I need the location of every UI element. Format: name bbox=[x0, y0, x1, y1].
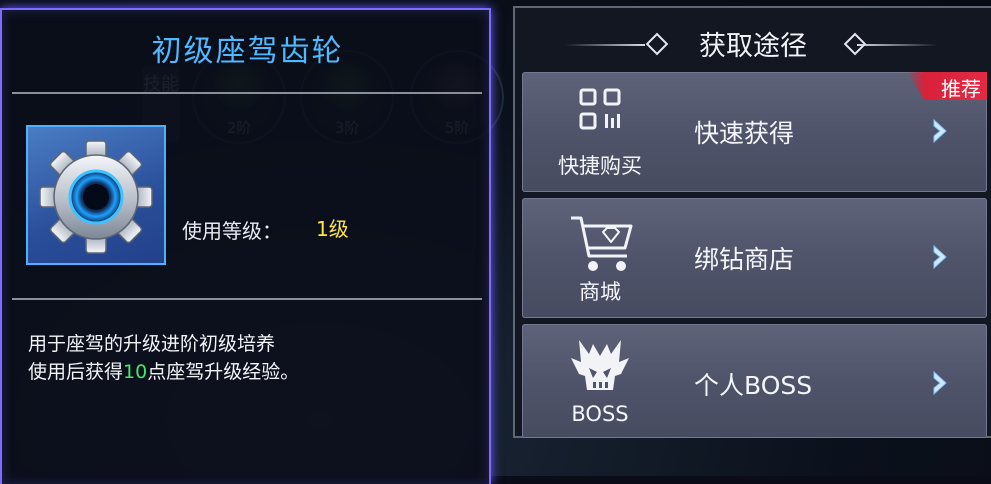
route-label: 快速获得 bbox=[694, 119, 795, 148]
divider bbox=[12, 92, 482, 94]
item-icon-frame bbox=[26, 125, 166, 265]
item-description: 用于座驾的升级进阶初级培养 使用后获得10点座驾升级经验。 bbox=[28, 330, 299, 386]
route-quick-buy[interactable]: 快捷购买 快速获得 推荐 bbox=[522, 72, 987, 192]
item-detail-panel: 初级座驾齿轮 使用等级： 1级 用于座驾的升级进阶初级培养 使用后获得10点座驾… bbox=[0, 8, 491, 484]
acquire-routes-panel: 获取途径 快捷购买 快速获得 推荐 商城 绑钻商店 BOSS 个人BOSS bbox=[513, 6, 991, 438]
chevron-right-icon bbox=[933, 370, 947, 396]
shopping-cart-icon bbox=[571, 216, 633, 271]
gear-icon bbox=[39, 140, 153, 254]
exp-amount: 10 bbox=[123, 361, 148, 383]
description-line: 使用后获得10点座驾升级经验。 bbox=[28, 361, 300, 383]
use-level-value: 1级 bbox=[316, 217, 349, 241]
route-label: 绑钻商店 bbox=[694, 245, 795, 274]
route-icon-label: 快捷购买 bbox=[558, 154, 642, 178]
item-title: 初级座驾齿轮 bbox=[151, 34, 344, 69]
route-personal-boss[interactable]: BOSS 个人BOSS bbox=[522, 324, 987, 438]
chevron-right-icon bbox=[933, 118, 947, 144]
route-label: 个人BOSS bbox=[694, 371, 813, 400]
route-icon-label: 商城 bbox=[579, 280, 621, 304]
qr-code-icon bbox=[579, 88, 621, 130]
route-mall[interactable]: 商城 绑钻商店 bbox=[522, 198, 987, 318]
recommend-badge: 推荐 bbox=[907, 72, 987, 100]
route-icon-label: BOSS bbox=[571, 402, 629, 426]
description-line: 用于座驾的升级进阶初级培养 bbox=[28, 333, 276, 355]
recommend-badge-label: 推荐 bbox=[941, 77, 981, 101]
divider bbox=[12, 298, 482, 300]
title-ornament-right bbox=[857, 44, 937, 46]
chevron-right-icon bbox=[933, 244, 947, 270]
use-level-label: 使用等级： bbox=[182, 219, 282, 243]
boss-skull-icon bbox=[571, 340, 629, 390]
